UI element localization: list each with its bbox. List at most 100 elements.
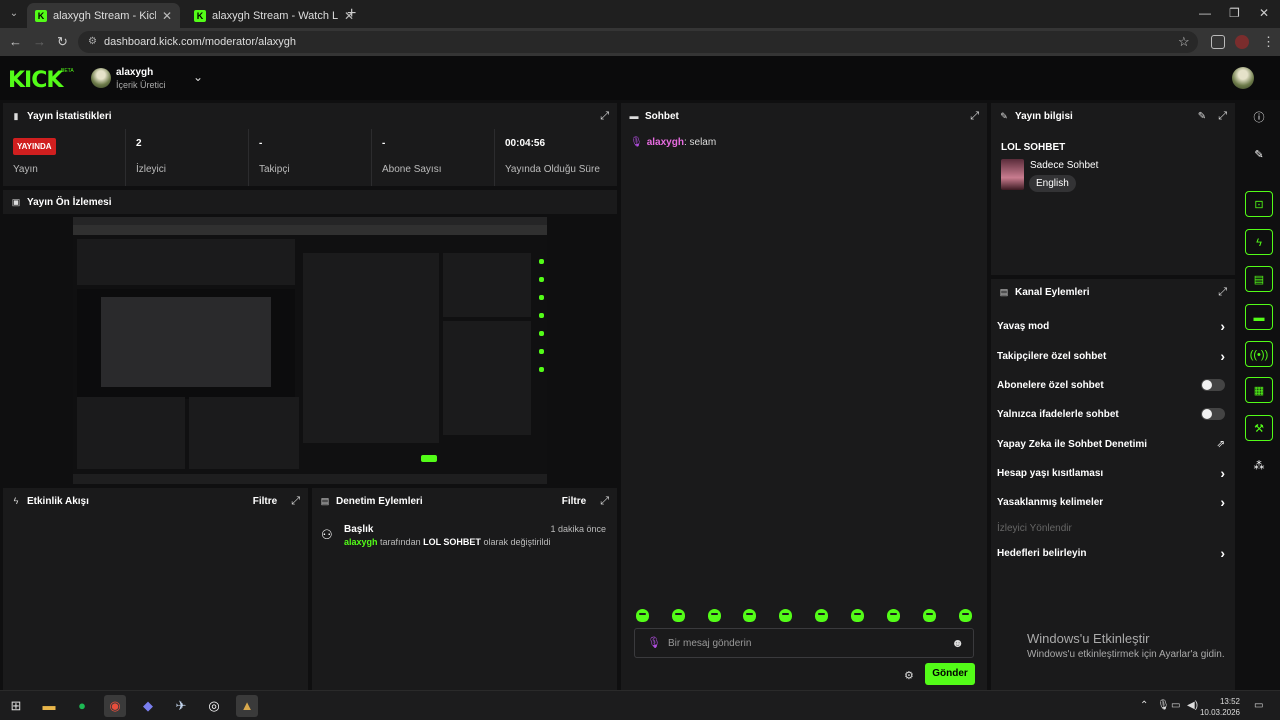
action-followers-only[interactable]: Takipçilere özel sohbet ›	[997, 346, 1225, 366]
subscribers-only-toggle[interactable]	[1201, 379, 1225, 391]
chat-icon: ▬	[629, 111, 639, 121]
action-ai-moderation[interactable]: Yapay Zeka ile Sohbet Denetimi ⇗	[997, 434, 1225, 454]
action-banned-words[interactable]: Yasaklanmış kelimeler ›	[997, 492, 1225, 512]
channel-name[interactable]: alaxygh	[116, 67, 153, 78]
user-avatar[interactable]	[1232, 67, 1254, 89]
broadcaster-badge-icon: 🎙	[647, 637, 661, 649]
bookmark-star-icon[interactable]: ☆	[1178, 34, 1190, 50]
browser-menu-icon[interactable]: ⋮	[1262, 34, 1275, 50]
broadcast-icon[interactable]: ((•))	[1245, 341, 1273, 367]
emote-icon[interactable]	[887, 609, 900, 622]
clock-time: 13:52	[1219, 697, 1240, 706]
kick-logo[interactable]: KICK	[8, 68, 63, 93]
start-icon[interactable]: ⊞	[5, 695, 27, 717]
emote-icon[interactable]	[851, 609, 864, 622]
forward-icon[interactable]: →	[33, 34, 46, 49]
emote-icon[interactable]	[636, 609, 649, 622]
site-info-icon[interactable]: ⚙	[88, 31, 97, 53]
clipboard-icon[interactable]: ▤	[1245, 266, 1273, 292]
emote-icon[interactable]	[923, 609, 936, 622]
capture-icon[interactable]: ⊡	[1245, 191, 1273, 217]
profile-icon[interactable]	[1235, 35, 1249, 49]
tray-chevron-icon[interactable]: ⌃	[1140, 700, 1148, 711]
stat-value: -	[259, 138, 263, 149]
new-tab-icon[interactable]: +	[347, 5, 356, 23]
emotes-only-toggle[interactable]	[1201, 408, 1225, 420]
side-toolbar: ⓘ ✎ ⊡ ϟ ▤ ▬ ((•)) ▦ ⚒ ⁂	[1238, 100, 1280, 690]
audit-user[interactable]: alaxygh	[344, 537, 378, 547]
stat-label: Takipçi	[259, 164, 290, 175]
kick-favicon-icon: K	[194, 9, 206, 22]
edit-pencil-icon[interactable]: ✎	[1198, 111, 1206, 122]
minimize-icon[interactable]: —	[1199, 6, 1211, 20]
file-explorer-icon[interactable]: ▬	[38, 695, 60, 717]
chat-username[interactable]: alaxygh	[647, 137, 684, 148]
category-thumbnail	[1001, 159, 1024, 190]
windows-taskbar: ⊞ ▬ ● ◉ ◆ ✈ ◎ ▲ ⌃ 🎙 ▭ ◀) 13:52 10.03.202…	[0, 690, 1280, 720]
browser-tab-dashboard[interactable]: K alaxygh Stream - Kick Dashboar ✕	[27, 3, 180, 28]
action-label: Hedefleri belirleyin	[997, 547, 1087, 559]
layout-icon[interactable]: ▦	[1245, 377, 1273, 403]
send-button[interactable]: Gönder	[925, 663, 975, 685]
league-client-icon[interactable]: ▲	[236, 695, 258, 717]
browser-tabbar: ⌄ K alaxygh Stream - Kick Dashboar ✕ K a…	[0, 0, 1280, 28]
info-icon[interactable]: ⓘ	[1245, 105, 1273, 131]
action-emotes-only: Yalnızca ifadelerle sohbet	[997, 404, 1225, 424]
reload-icon[interactable]: ↻	[57, 34, 68, 50]
address-bar[interactable]: ⚙ dashboard.kick.com/moderator/alaxygh	[78, 31, 1198, 53]
action-slow-mode[interactable]: Yavaş mod ›	[997, 316, 1225, 336]
popout-icon[interactable]: ⤢	[1218, 286, 1227, 299]
restore-icon[interactable]: ❐	[1229, 6, 1240, 20]
popout-icon[interactable]: ⤢	[600, 110, 609, 123]
lightning-icon[interactable]: ϟ	[1245, 229, 1273, 255]
network-icon[interactable]: ▭	[1171, 700, 1180, 711]
back-icon[interactable]: ←	[9, 34, 22, 49]
popout-icon[interactable]: ⤢	[970, 110, 979, 123]
steam-icon[interactable]: ✈	[170, 695, 192, 717]
emote-icon[interactable]	[815, 609, 828, 622]
popout-icon[interactable]: ⤢	[600, 495, 609, 508]
stat-uptime: 00:04:56 Yayında Olduğu Süre	[495, 129, 617, 186]
stat-label: Yayında Olduğu Süre	[505, 164, 600, 175]
popout-icon[interactable]: ⤢	[1218, 110, 1227, 123]
reading-list-icon[interactable]	[1211, 35, 1225, 49]
tab-title: alaxygh Stream - Watch Live on	[212, 9, 338, 22]
close-tab-icon[interactable]: ✕	[162, 9, 172, 23]
channel-role: İçerik Üretici	[116, 80, 166, 90]
emote-icon[interactable]	[708, 609, 721, 622]
chevron-down-icon[interactable]: ⌄	[193, 70, 203, 84]
emote-icon[interactable]	[959, 609, 972, 622]
edit-pencil-icon[interactable]: ✎	[1245, 142, 1273, 168]
channel-avatar[interactable]	[91, 68, 111, 88]
chrome-icon[interactable]: ◉	[104, 695, 126, 717]
wrench-icon[interactable]: ⚒	[1245, 415, 1273, 441]
action-account-age[interactable]: Hesap yaşı kısıtlaması ›	[997, 463, 1225, 483]
browser-tab-watch[interactable]: K alaxygh Stream - Watch Live on ✕	[186, 3, 362, 28]
chevron-right-icon: ›	[1220, 348, 1225, 364]
obs-icon[interactable]: ◎	[203, 695, 225, 717]
stream-preview-video[interactable]	[73, 217, 547, 484]
close-window-icon[interactable]: ✕	[1259, 6, 1269, 20]
discord-icon[interactable]: ◆	[137, 695, 159, 717]
chat-input[interactable]: 🎙 Bir mesaj gönderin ☻	[634, 628, 974, 658]
filter-button[interactable]: Filtre	[253, 496, 277, 507]
chat-message: 🎙 alaxygh: selam	[630, 137, 716, 148]
emote-icon[interactable]	[779, 609, 792, 622]
action-set-goals[interactable]: Hedefleri belirleyin ›	[997, 543, 1225, 563]
widgets-icon[interactable]: ⁂	[1245, 453, 1273, 479]
microphone-icon[interactable]: 🎙	[1157, 700, 1170, 711]
emote-icon[interactable]	[743, 609, 756, 622]
popout-icon[interactable]: ⤢	[291, 495, 300, 508]
panel-title: Yayın İstatistikleri	[27, 110, 112, 122]
activity-feed-panel: ϟ Etkinlik Akışı Filtre ⤢	[3, 488, 308, 690]
system-clock[interactable]: 13:52 10.03.2026	[1196, 696, 1240, 718]
filter-button[interactable]: Filtre	[562, 496, 586, 507]
tab-search-icon[interactable]: ⌄	[5, 5, 23, 23]
chat-settings-gear-icon[interactable]: ⚙	[904, 669, 914, 682]
emoji-icon[interactable]: ☻	[951, 636, 964, 650]
emote-icon[interactable]	[672, 609, 685, 622]
action-label: Yasaklanmış kelimeler	[997, 496, 1104, 508]
spotify-icon[interactable]: ●	[71, 695, 93, 717]
chat-bubble-icon[interactable]: ▬	[1245, 304, 1273, 330]
notifications-icon[interactable]: ▭	[1254, 700, 1263, 711]
